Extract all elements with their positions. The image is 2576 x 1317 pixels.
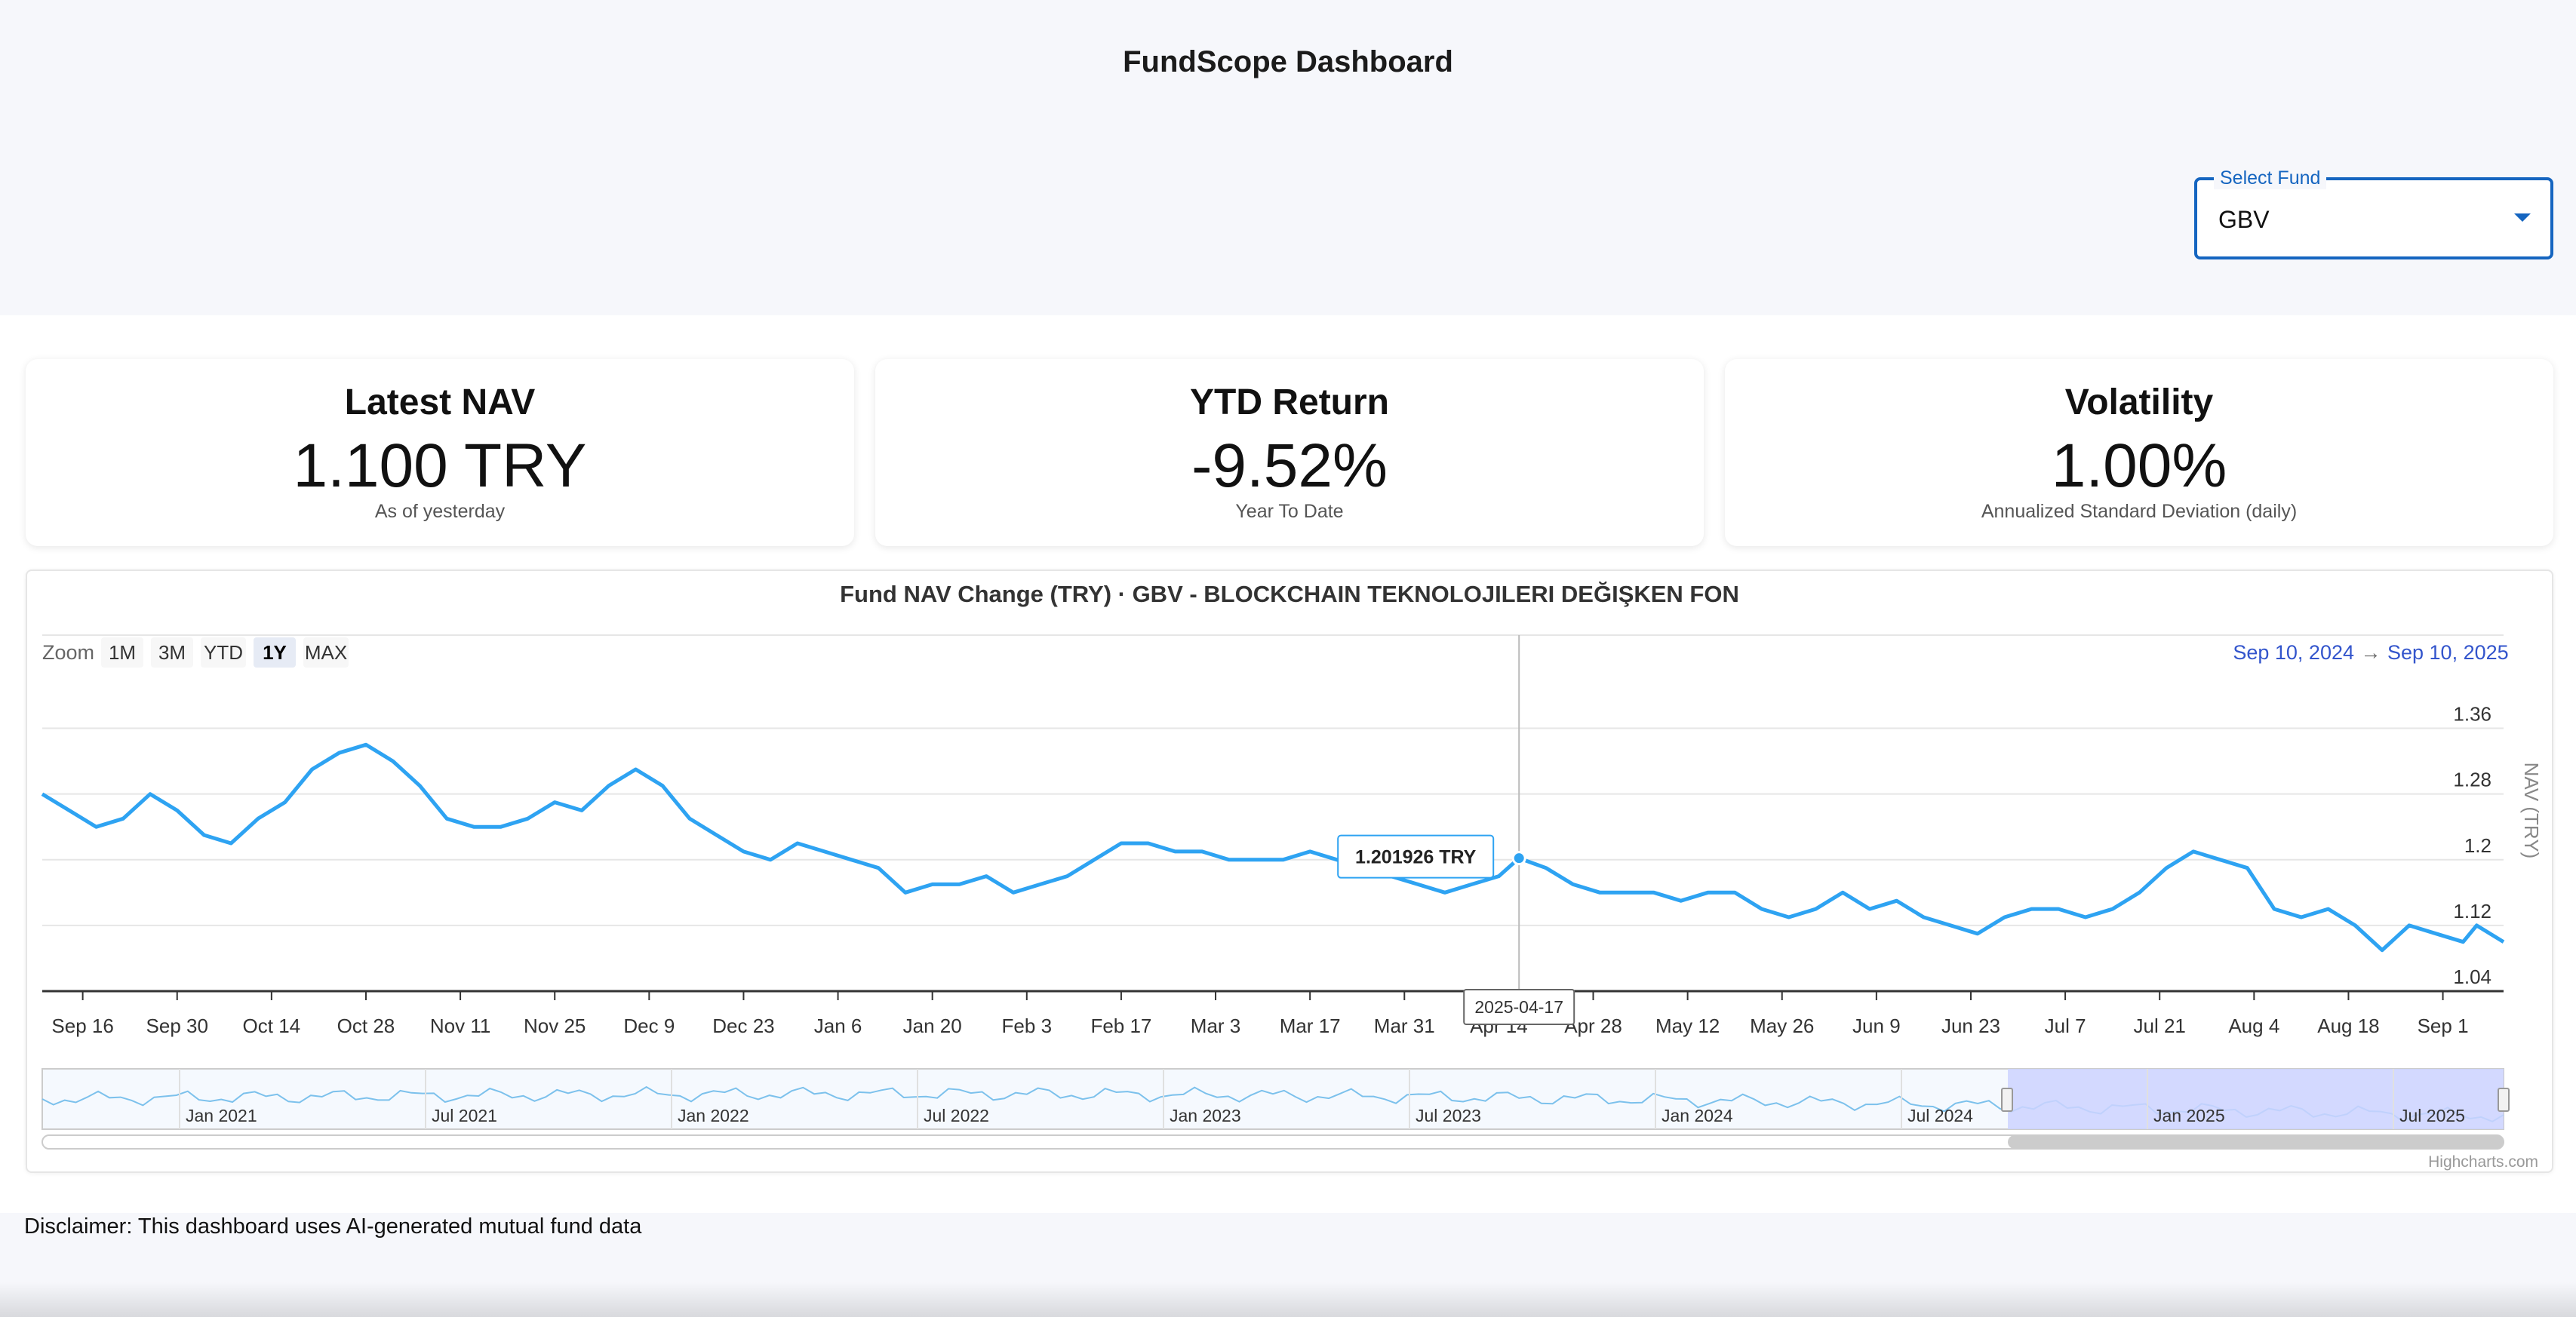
- zoom-button-1y[interactable]: 1Y: [263, 641, 287, 664]
- y-tick-label: 1.28: [2453, 769, 2491, 791]
- x-tick-label: Feb 3: [1002, 1015, 1053, 1037]
- range-from[interactable]: Sep 10, 2024: [2233, 641, 2354, 664]
- zoom-buttons: 1M 3M YTD 1Y MAX: [101, 637, 349, 668]
- x-tick-label: Oct 28: [337, 1015, 395, 1037]
- zoom-label: Zoom: [42, 641, 94, 664]
- y-tick-label: 1.12: [2453, 900, 2491, 923]
- card-subtitle: Annualized Standard Deviation (daily): [1981, 501, 2298, 522]
- y-axis-title: NAV (TRY): [2520, 763, 2543, 859]
- disclaimer: Disclaimer: This dashboard uses AI-gener…: [24, 1214, 642, 1239]
- card-title: YTD Return: [1190, 382, 1389, 422]
- card-ytd-return: YTD Return -9.52% Year To Date: [875, 359, 1704, 546]
- navigator-label: Jan 2025: [2153, 1106, 2225, 1125]
- fund-select[interactable]: Select Fund GBV: [2194, 167, 2553, 259]
- x-tick-label: Mar 3: [1191, 1015, 1240, 1037]
- range-arrow-icon: →: [2361, 641, 2381, 664]
- navigator-label: Jul 2021: [432, 1106, 497, 1125]
- hover-point[interactable]: [1511, 851, 1526, 866]
- x-tick-label: Aug 4: [2228, 1015, 2279, 1037]
- fund-select-label: Select Fund: [2214, 167, 2327, 189]
- navigator-label: Jul 2022: [924, 1106, 989, 1125]
- card-title: Latest NAV: [344, 382, 536, 422]
- tooltip-value: 1.201926 TRY: [1355, 847, 1477, 868]
- nav-series-line[interactable]: [41, 742, 2505, 953]
- gridlines: [42, 634, 2504, 992]
- navigator-label: Jan 2021: [186, 1106, 257, 1125]
- scrollbar-thumb[interactable]: [2008, 1135, 2504, 1149]
- crosshair-date: 2025-04-17: [1474, 997, 1563, 1017]
- x-tick-label: Nov 25: [524, 1015, 586, 1037]
- y-axis-ticks: 1.04 1.12 1.2 1.28 1.36: [2453, 703, 2491, 988]
- x-tick-label: Mar 17: [1280, 1015, 1341, 1037]
- x-tick-label: May 26: [1750, 1015, 1814, 1037]
- x-axis-ticks: Sep 16 Sep 30 Oct 14 Oct 28 Nov 11 Nov 25 Dec …: [51, 991, 2469, 1037]
- x-tick-label: May 12: [1655, 1015, 1720, 1037]
- y-tick-label: 1.04: [2453, 965, 2491, 988]
- navigator-label: Jul 2025: [2399, 1106, 2465, 1125]
- x-tick-label: Sep 1: [2418, 1015, 2469, 1037]
- navigator-label: Jul 2024: [1907, 1106, 1973, 1125]
- range-to[interactable]: Sep 10, 2025: [2387, 641, 2509, 664]
- card-latest-nav: Latest NAV 1.100 TRY As of yesterday: [26, 359, 854, 546]
- x-tick-label: Jul 21: [2134, 1015, 2186, 1037]
- header: FundScope Dashboard Select Fund GBV: [0, 0, 2576, 315]
- chart-panel: Fund NAV Change (TRY) · GBV - BLOCKCHAIN…: [26, 569, 2553, 1173]
- x-tick-label: Oct 14: [243, 1015, 301, 1037]
- fund-select-value: GBV: [2218, 206, 2270, 233]
- card-volatility: Volatility 1.00% Annualized Standard Dev…: [1725, 359, 2553, 546]
- navigator-label: Jan 2024: [1661, 1106, 1733, 1125]
- card-subtitle: Year To Date: [1235, 501, 1344, 522]
- x-tick-label: Jan 20: [903, 1015, 962, 1037]
- x-tick-label: Dec 9: [623, 1015, 675, 1037]
- caret-down-icon[interactable]: [2514, 213, 2531, 222]
- navigator[interactable]: Jan 2021 Jul 2021 Jan 2022 Jul 2022 Jan 2023…: [41, 1068, 2510, 1150]
- footer-shadow: [0, 1282, 2576, 1317]
- zoom-button-ytd[interactable]: YTD: [204, 641, 243, 664]
- y-tick-label: 1.36: [2453, 703, 2491, 726]
- x-tick-label: Nov 11: [430, 1015, 490, 1037]
- credits-link[interactable]: Highcharts.com: [2428, 1153, 2538, 1171]
- crosshair-date-flag: 2025-04-17: [1463, 989, 1575, 1025]
- card-subtitle: As of yesterday: [374, 501, 506, 522]
- page-title: FundScope Dashboard: [1123, 45, 1453, 78]
- y-tick-label: 1.2: [2464, 834, 2491, 857]
- navigator-handle-left[interactable]: [2001, 1088, 2013, 1112]
- x-tick-label: Dec 23: [712, 1015, 774, 1037]
- x-tick-label: Sep 16: [51, 1015, 113, 1037]
- zoom-button-max[interactable]: MAX: [305, 641, 347, 664]
- navigator-label: Jan 2022: [678, 1106, 749, 1125]
- x-tick-label: Jun 9: [1852, 1015, 1901, 1037]
- x-tick-label: Feb 17: [1090, 1015, 1151, 1037]
- zoom-button-1m[interactable]: 1M: [109, 641, 136, 664]
- x-tick-label: Sep 30: [146, 1015, 208, 1037]
- x-tick-label: Aug 18: [2317, 1015, 2379, 1037]
- navigator-label: Jul 2023: [1416, 1106, 1481, 1125]
- card-value: 1.100 TRY: [293, 431, 587, 500]
- chart-title: Fund NAV Change (TRY) · GBV - BLOCKCHAIN…: [840, 581, 1739, 607]
- x-tick-label: Jul 7: [2045, 1015, 2086, 1037]
- nav-chart: Fund NAV Change (TRY) · GBV - BLOCKCHAIN…: [41, 581, 2543, 1171]
- x-tick-label: Jun 23: [1941, 1015, 2000, 1037]
- card-title: Volatility: [2064, 382, 2214, 422]
- tooltip: 1.201926 TRY: [1337, 834, 1495, 879]
- x-tick-label: Mar 31: [1374, 1015, 1435, 1037]
- card-value: -9.52%: [1191, 431, 1388, 500]
- navigator-handle-right[interactable]: [2498, 1088, 2510, 1112]
- x-tick-label: Jan 6: [814, 1015, 862, 1037]
- card-value: 1.00%: [2051, 431, 2227, 500]
- navigator-label: Jan 2023: [1170, 1106, 1241, 1125]
- zoom-button-3m[interactable]: 3M: [158, 641, 186, 664]
